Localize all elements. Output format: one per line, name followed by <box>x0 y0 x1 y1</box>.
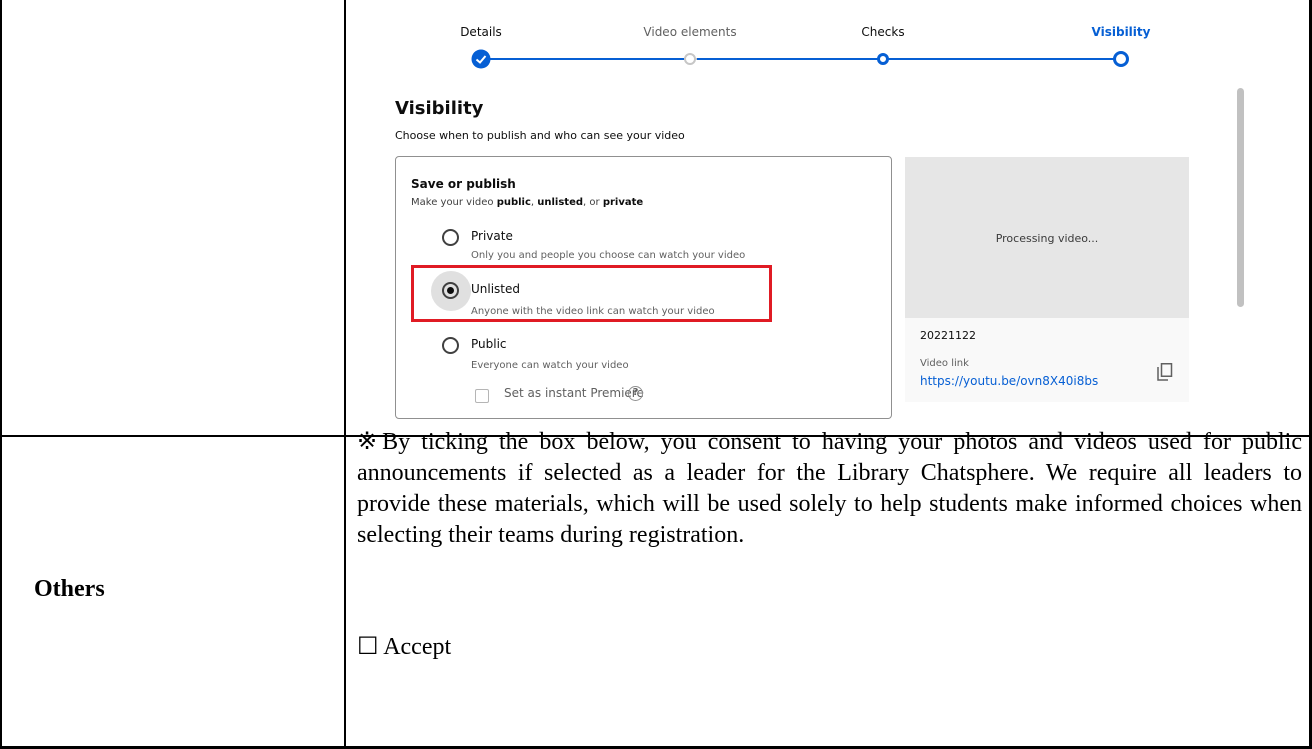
help-circle-icon[interactable]: ? <box>628 386 643 401</box>
consent-paragraph: ※By ticking the box below, you consent t… <box>357 429 1302 548</box>
step-checks-label[interactable]: Checks <box>861 25 904 39</box>
step-checks-dot[interactable] <box>877 53 889 65</box>
visibility-subtitle: Choose when to publish and who can see y… <box>395 129 685 142</box>
radio-public[interactable] <box>442 337 459 354</box>
others-row-label: Others <box>34 576 105 602</box>
instant-premiere-label[interactable]: Set as instant Premiere <box>504 386 644 400</box>
option-public-desc: Everyone can watch your video <box>471 360 629 371</box>
copy-icon[interactable] <box>1157 363 1173 381</box>
youtube-visibility-screenshot: Details Video elements Checks Visibility… <box>346 0 1309 436</box>
option-private-label[interactable]: Private <box>471 229 513 243</box>
stepper-line-1 <box>481 58 687 60</box>
video-link-label: Video link <box>920 358 969 369</box>
video-preview-card: Processing video... 20221122 Video link … <box>905 157 1189 402</box>
stepper-line-2 <box>697 58 881 60</box>
step-visibility-label[interactable]: Visibility <box>1092 25 1151 39</box>
step-details-check-icon[interactable] <box>471 49 491 69</box>
step-video-elements-dot[interactable] <box>684 53 696 65</box>
scrollbar-thumb[interactable] <box>1237 88 1244 307</box>
stepper-line-3 <box>881 58 1121 60</box>
step-video-elements-label[interactable]: Video elements <box>643 25 736 39</box>
instant-premiere-checkbox[interactable] <box>475 389 489 403</box>
step-details-label[interactable]: Details <box>460 25 502 39</box>
option-public-label[interactable]: Public <box>471 337 507 351</box>
save-or-publish-panel: Save or publish Make your video public, … <box>395 156 892 419</box>
accept-checkbox[interactable]: ☐ Accept <box>357 632 451 661</box>
unlisted-highlight-box <box>411 265 772 322</box>
radio-private[interactable] <box>442 229 459 246</box>
processing-video-text: Processing video... <box>995 232 1099 245</box>
video-thumbnail: Processing video... <box>905 157 1189 318</box>
step-visibility-dot[interactable] <box>1113 51 1129 67</box>
screenshot-row-label-cell <box>2 0 344 436</box>
save-publish-title: Save or publish <box>411 177 516 191</box>
option-private-desc: Only you and people you choose can watch… <box>471 250 746 261</box>
video-link[interactable]: https://youtu.be/ovn8X40i8bs <box>920 374 1098 388</box>
save-publish-description: Make your video public, unlisted, or pri… <box>411 197 644 208</box>
visibility-heading: Visibility <box>395 98 484 119</box>
video-title: 20221122 <box>920 329 976 342</box>
